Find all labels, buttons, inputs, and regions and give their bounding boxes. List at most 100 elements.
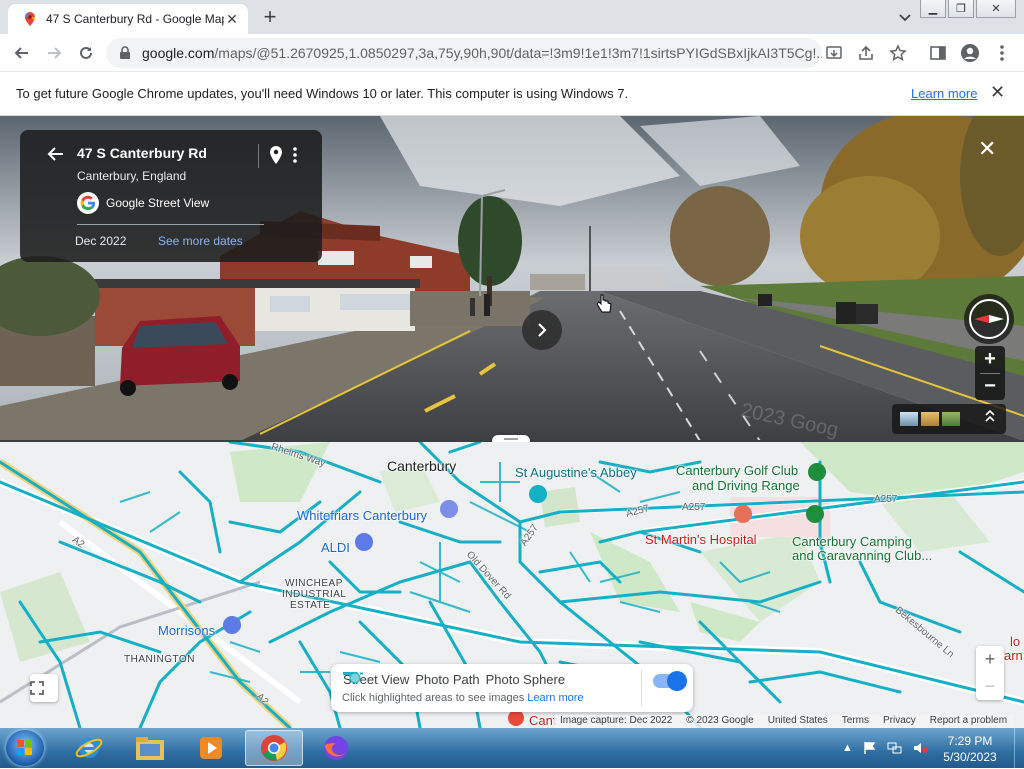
- file-explorer-taskbar-button[interactable]: [121, 730, 179, 766]
- close-street-view-icon[interactable]: ✕: [978, 136, 996, 162]
- report-problem-link[interactable]: Report a problem: [930, 715, 1007, 728]
- hospital-icon[interactable]: [734, 505, 752, 523]
- region-link[interactable]: United States: [768, 715, 828, 728]
- map-view[interactable]: Canterbury St Augustine's Abbey Canterbu…: [0, 442, 1024, 728]
- street-view-provider: Google Street View: [106, 196, 210, 210]
- location-pin-icon[interactable]: [270, 146, 282, 164]
- navigate-forward-arrow-icon[interactable]: [522, 310, 562, 350]
- thumbnail-park[interactable]: [942, 412, 960, 426]
- street-view-legend: Street View Photo Path Photo Sphere Clic…: [331, 664, 693, 712]
- media-player-taskbar-button[interactable]: [182, 730, 240, 766]
- chrome-taskbar-button[interactable]: [245, 730, 303, 766]
- street-view-locality: Canterbury, England: [77, 169, 187, 183]
- camping-icon[interactable]: [806, 505, 824, 523]
- map-zoom-in-icon[interactable]: +: [976, 646, 1004, 673]
- zoom-in-icon[interactable]: +: [975, 346, 1005, 373]
- card-separator: [77, 224, 264, 225]
- new-tab-button[interactable]: +: [258, 6, 282, 30]
- zoom-out-icon[interactable]: −: [975, 373, 1005, 400]
- golf-club-icon[interactable]: [808, 463, 826, 481]
- tab-close-icon[interactable]: ✕: [224, 11, 240, 27]
- infobar-close-icon[interactable]: ✕: [990, 82, 1005, 103]
- maximize-button[interactable]: ❐: [948, 0, 974, 18]
- url-text: google.com/maps/@51.2670925,1.0850297,3a…: [142, 45, 822, 61]
- windows-logo-icon: [17, 740, 32, 755]
- bookmark-star-icon[interactable]: [888, 43, 908, 63]
- thumbnail-sky[interactable]: [900, 412, 918, 426]
- volume-muted-icon[interactable]: [913, 741, 929, 755]
- action-center-flag-icon[interactable]: [863, 741, 877, 755]
- install-app-icon[interactable]: [824, 43, 844, 63]
- fullscreen-expand-icon[interactable]: [30, 674, 58, 702]
- kebab-menu-icon[interactable]: [992, 43, 1012, 63]
- tab-search-chevron-icon[interactable]: [896, 8, 914, 26]
- map-label-whitefriars[interactable]: Whitefriars Canterbury: [297, 508, 427, 523]
- windows-taskbar: ▲ 7:29 PM 5/30/2023: [0, 728, 1024, 768]
- window-close-button[interactable]: ✕: [976, 0, 1016, 18]
- abbey-landmark-icon[interactable]: [529, 485, 547, 503]
- card-divider: [258, 144, 259, 168]
- profile-avatar-icon[interactable]: [960, 43, 980, 63]
- forward-arrow-icon[interactable]: [44, 43, 64, 63]
- legend-learn-more-link[interactable]: Learn more: [527, 692, 583, 704]
- minimize-button[interactable]: ▁: [920, 0, 946, 18]
- back-arrow-icon[interactable]: [12, 43, 32, 63]
- firefox-taskbar-button[interactable]: [307, 730, 365, 766]
- map-label-wincheap-line2: INDUSTRIAL: [282, 589, 347, 600]
- map-zoom-out-icon[interactable]: −: [976, 673, 1004, 700]
- browser-toolbar: google.com/maps/@51.2670925,1.0850297,3a…: [0, 34, 1024, 72]
- firefox-icon: [324, 736, 348, 760]
- start-button[interactable]: [6, 730, 44, 766]
- photo-thumbnails-strip[interactable]: [892, 404, 1006, 434]
- back-arrow-icon[interactable]: [46, 144, 66, 170]
- map-label-morrisons[interactable]: Morrisons: [158, 623, 215, 638]
- clock-date: 5/30/2023: [943, 750, 997, 764]
- map-label-wincheap-line3: ESTATE: [290, 600, 331, 611]
- more-options-icon[interactable]: [291, 146, 299, 164]
- legend-hint: Click highlighted areas to see images Le…: [342, 692, 584, 704]
- browser-tab[interactable]: 47 S Canterbury Rd - Google Maps ✕: [8, 4, 248, 34]
- map-label-st-martins-hospital[interactable]: St Martin's Hospital: [645, 532, 757, 547]
- map-label-cant: Cant: [529, 713, 557, 728]
- thumbnail-building[interactable]: [921, 412, 939, 426]
- address-bar[interactable]: google.com/maps/@51.2670925,1.0850297,3a…: [106, 38, 822, 68]
- system-tray: ▲: [842, 734, 929, 762]
- street-view-panorama[interactable]: 2023 Goog 47 S Canterbury Rd Canterbury,…: [0, 116, 1024, 441]
- internet-explorer-taskbar-button[interactable]: [60, 730, 118, 766]
- reload-icon[interactable]: [76, 43, 96, 63]
- map-label-right-edge-2: arn: [1004, 648, 1023, 663]
- network-icon[interactable]: [887, 741, 903, 755]
- aldi-store-icon[interactable]: [355, 533, 373, 551]
- map-label-camping-line1[interactable]: Canterbury Camping: [792, 534, 912, 549]
- share-icon[interactable]: [856, 43, 876, 63]
- legend-photo-sphere: Photo Sphere: [485, 672, 566, 687]
- capture-date: Dec 2022: [75, 234, 127, 248]
- map-label-a257-4: A257: [874, 494, 898, 505]
- show-hidden-icons-icon[interactable]: ▲: [842, 742, 853, 754]
- chrome-icon: [261, 735, 287, 761]
- show-desktop-button[interactable]: [1014, 728, 1024, 768]
- lock-icon[interactable]: [118, 46, 132, 60]
- media-player-icon: [200, 737, 222, 759]
- google-maps-pin-icon: [25, 12, 35, 26]
- privacy-link[interactable]: Privacy: [883, 715, 916, 728]
- morrisons-store-icon[interactable]: [223, 616, 241, 634]
- compass-icon[interactable]: [964, 294, 1014, 344]
- infobar-learn-more-link[interactable]: Learn more: [911, 86, 977, 101]
- map-label-aldi[interactable]: ALDI: [321, 540, 350, 555]
- map-label-st-augustines-abbey[interactable]: St Augustine's Abbey: [515, 465, 637, 480]
- taskbar-clock[interactable]: 7:29 PM 5/30/2023: [930, 733, 1010, 765]
- map-label-camping-line2[interactable]: and Caravanning Club...: [792, 548, 932, 563]
- terms-link[interactable]: Terms: [842, 715, 869, 728]
- map-label-golf-club-line1[interactable]: Canterbury Golf Club: [676, 463, 798, 478]
- side-panel-icon[interactable]: [928, 43, 948, 63]
- map-label-golf-club-line2[interactable]: and Driving Range: [692, 478, 800, 493]
- street-view-layer-toggle[interactable]: [653, 671, 687, 691]
- expand-chevron-icon[interactable]: [984, 408, 996, 425]
- map-attribution: Image capture: Dec 2022 © 2023 Google Un…: [554, 715, 1014, 728]
- map-label-canterbury: Canterbury: [387, 458, 457, 474]
- red-pin-icon[interactable]: [508, 710, 524, 726]
- whitefriars-shopping-icon[interactable]: [440, 500, 458, 518]
- see-more-dates-link[interactable]: See more dates: [158, 234, 243, 248]
- street-view-info-card: 47 S Canterbury Rd Canterbury, England G…: [20, 130, 322, 262]
